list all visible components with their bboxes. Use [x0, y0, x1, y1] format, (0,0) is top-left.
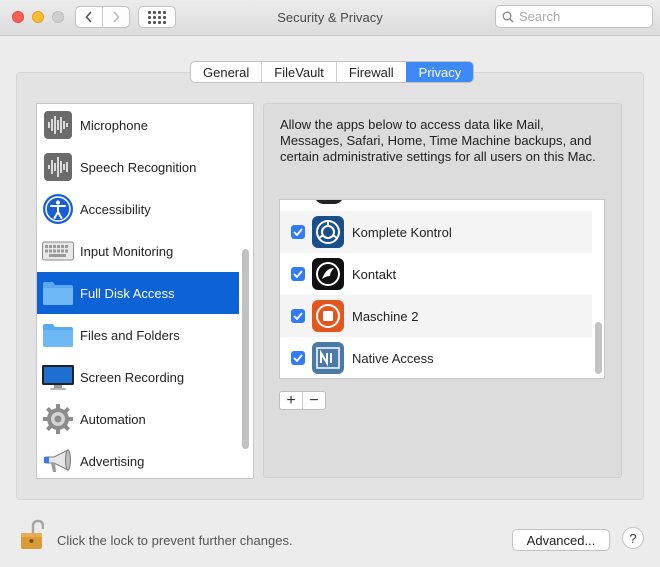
sidebar-item-automation[interactable]: Automation [37, 398, 239, 440]
app-row-maschine-2[interactable]: Maschine 2 [280, 295, 592, 337]
sidebar-item-label: Advertising [80, 453, 145, 469]
app-checkbox[interactable] [291, 225, 305, 239]
app-list[interactable]: Komplete Kontrol Kontakt Maschine 2 Nati… [279, 199, 605, 379]
app-row-kontakt[interactable]: Kontakt [280, 253, 592, 295]
megaphone-icon [41, 444, 75, 478]
app-checkbox[interactable] [291, 309, 305, 323]
app-name: Native Access [352, 350, 434, 366]
sidebar-item-advertising[interactable]: Advertising [37, 440, 239, 478]
tab-filevault[interactable]: FileVault [261, 62, 336, 82]
sidebar-item-label: Microphone [80, 117, 148, 133]
sidebar-item-full-disk-access[interactable]: Full Disk Access [37, 272, 239, 314]
tab-bar: General FileVault Firewall Privacy [190, 61, 475, 83]
remove-app-button[interactable]: − [302, 392, 325, 409]
app-row-komplete-kontrol[interactable]: Komplete Kontrol [280, 211, 592, 253]
keyboard-icon [41, 234, 75, 268]
lock-status-text: Click the lock to prevent further change… [57, 533, 293, 548]
maschine-icon [312, 300, 344, 332]
tab-privacy[interactable]: Privacy [405, 62, 474, 82]
search-icon [502, 11, 514, 22]
checkmark-icon [293, 312, 303, 320]
sidebar-item-label: Screen Recording [80, 369, 185, 385]
add-remove-buttons: + − [279, 391, 326, 410]
sidebar-item-input-monitoring[interactable]: Input Monitoring [37, 230, 239, 272]
sidebar-item-speech-recognition[interactable]: Speech Recognition [37, 146, 239, 188]
tab-general[interactable]: General [191, 62, 261, 82]
help-button[interactable]: ? [622, 527, 644, 549]
title-bar: Security & Privacy [0, 0, 660, 36]
sidebar-item-files-and-folders[interactable]: Files and Folders [37, 314, 239, 356]
sidebar-item-label: Full Disk Access [80, 285, 175, 301]
sidebar-item-microphone[interactable]: Microphone [37, 104, 239, 146]
app-checkbox[interactable] [291, 351, 305, 365]
sidebar-item-accessibility[interactable]: Accessibility [37, 188, 239, 230]
app-name: Maschine 2 [352, 308, 419, 324]
komplete-kontrol-icon [312, 216, 344, 248]
app-row-native-access[interactable]: Native Access [280, 337, 592, 378]
app-name: Komplete Kontrol [352, 224, 452, 240]
sidebar-scrollbar[interactable] [242, 249, 249, 449]
kontakt-icon [312, 258, 344, 290]
tab-firewall[interactable]: Firewall [335, 62, 406, 82]
app-checkbox[interactable] [291, 267, 305, 281]
search-field[interactable] [495, 5, 653, 28]
app-name: Kontakt [352, 266, 397, 282]
speech-recognition-icon [41, 150, 75, 184]
folder-icon [41, 276, 75, 310]
checkmark-icon [293, 270, 303, 278]
sidebar-item-label: Accessibility [80, 201, 151, 217]
permission-description: Allow the apps below to access data like… [280, 117, 596, 164]
sidebar-item-label: Files and Folders [80, 327, 180, 343]
lock-icon[interactable] [20, 519, 45, 551]
accessibility-icon [41, 192, 75, 226]
add-app-button[interactable]: + [280, 392, 302, 409]
app-icon-partial [314, 200, 344, 204]
microphone-icon [41, 108, 75, 142]
privacy-category-list[interactable]: Microphone Speech Recognition Accessibil… [36, 103, 254, 479]
advanced-button[interactable]: Advanced... [512, 529, 610, 551]
folder-icon [41, 318, 75, 352]
search-input[interactable] [519, 9, 644, 24]
sidebar-item-label: Automation [80, 411, 146, 427]
sidebar-item-label: Input Monitoring [80, 243, 174, 259]
checkmark-icon [293, 354, 303, 362]
app-list-scrollbar[interactable] [595, 322, 602, 374]
display-icon [41, 360, 75, 394]
sidebar-item-label: Speech Recognition [80, 159, 197, 175]
gear-icon [41, 402, 75, 436]
checkmark-icon [293, 228, 303, 236]
native-access-icon [312, 342, 344, 374]
sidebar-item-screen-recording[interactable]: Screen Recording [37, 356, 239, 398]
